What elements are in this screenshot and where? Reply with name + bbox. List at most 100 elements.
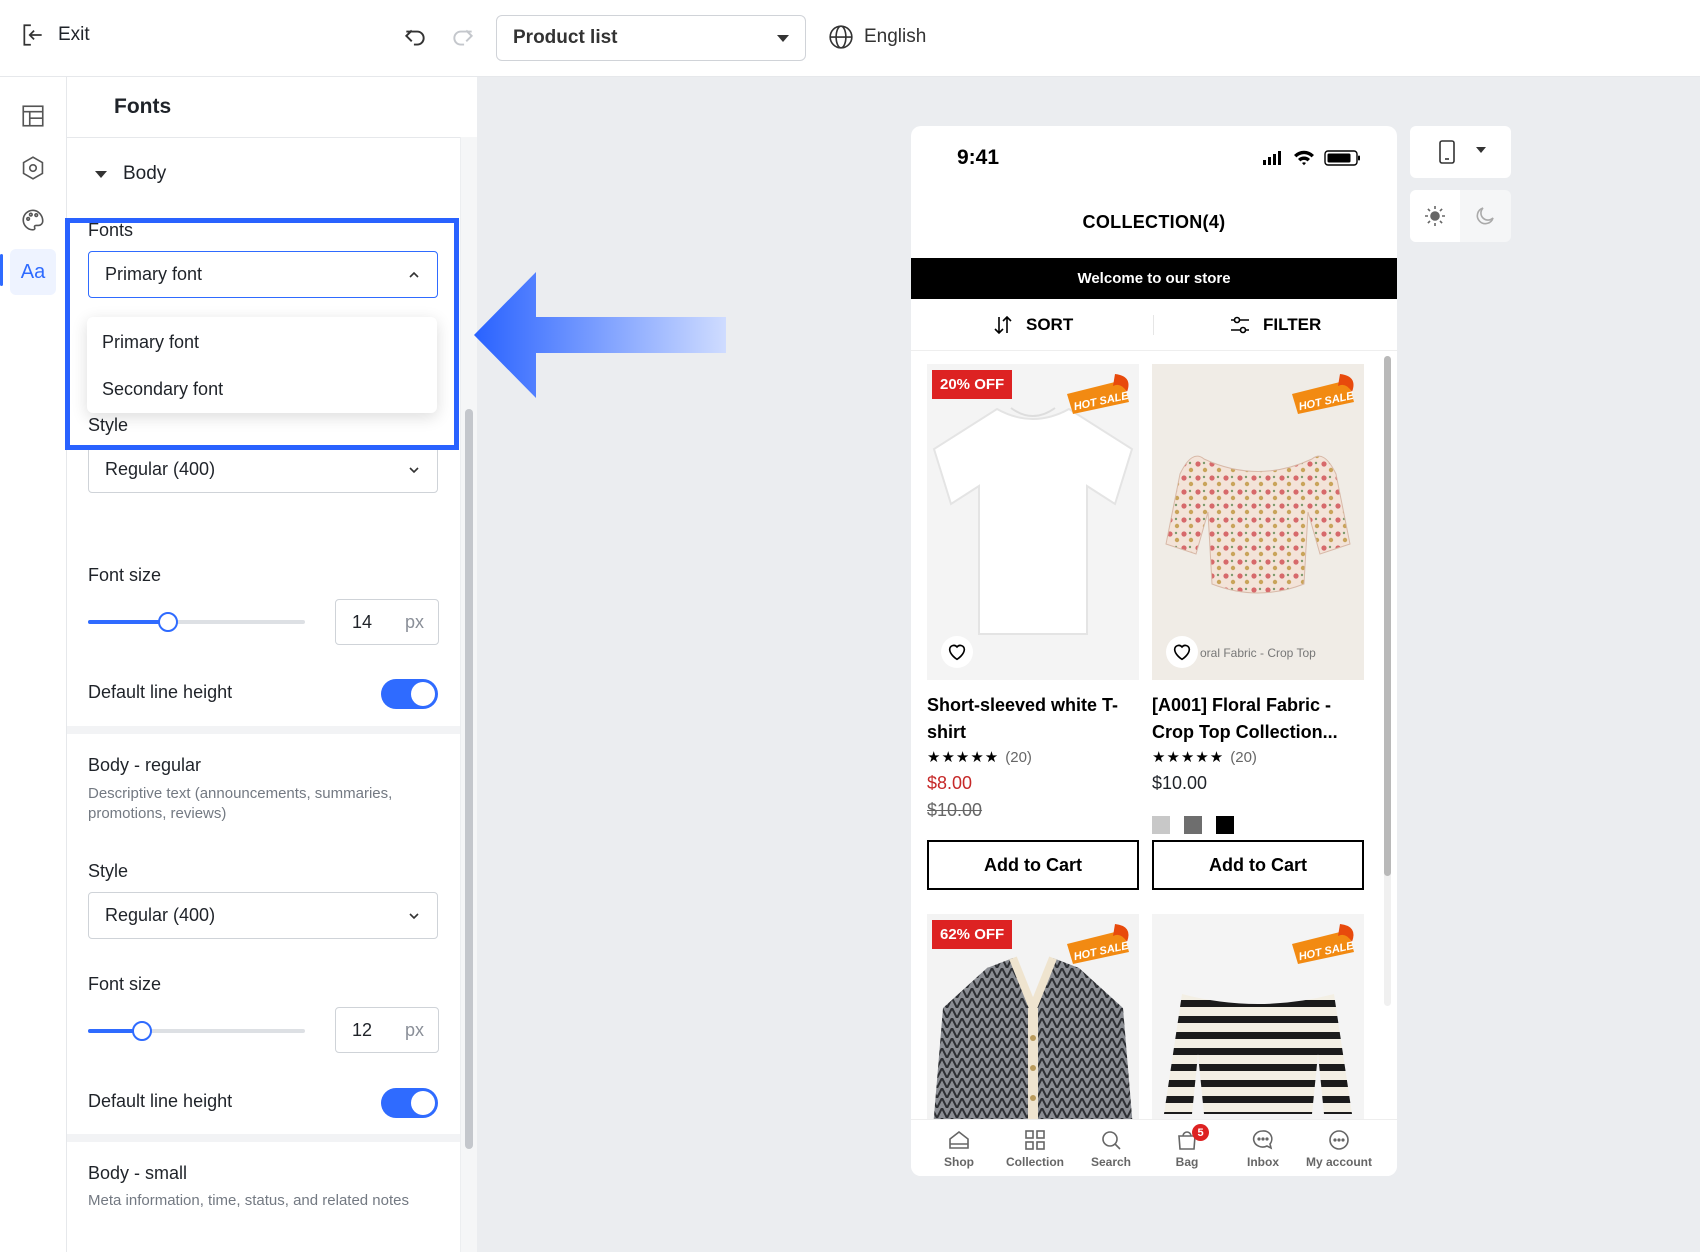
exit-label: Exit xyxy=(58,24,90,45)
font-size-value: 12 xyxy=(352,1019,373,1040)
chevron-down-icon xyxy=(409,466,419,473)
color-swatch[interactable] xyxy=(1184,816,1202,834)
phone-preview: 9:41 COLLECTION(4) Welcome to our store … xyxy=(911,126,1397,1176)
hot-sale-badge: HOT SALE xyxy=(1067,924,1130,964)
settings-icon xyxy=(22,156,44,180)
nav-my-account[interactable]: My account xyxy=(1301,1128,1377,1169)
body-regular-style-value: Regular (400) xyxy=(105,905,216,925)
section-divider xyxy=(67,726,460,734)
section-divider xyxy=(67,1134,460,1142)
collection-title: COLLECTION(4) xyxy=(1082,212,1226,232)
page-select[interactable]: Product list xyxy=(496,15,806,61)
product-image[interactable]: HOT SALE xyxy=(1152,914,1364,1119)
typography-icon: Aa xyxy=(20,260,46,283)
dark-mode-button[interactable] xyxy=(1460,190,1510,242)
chat-icon xyxy=(1252,1130,1273,1150)
divider xyxy=(67,137,477,138)
rail-item-layout[interactable] xyxy=(10,93,56,139)
floral-top-image xyxy=(1165,455,1351,594)
triangle-down-icon xyxy=(95,170,107,178)
nav-label: Collection xyxy=(1005,1155,1064,1169)
wishlist-button[interactable] xyxy=(941,636,973,668)
add-to-cart-button[interactable]: Add to Cart xyxy=(1152,840,1364,890)
sort-button[interactable]: SORT xyxy=(992,314,1073,336)
product-image[interactable]: 20% OFF HOT SALE xyxy=(927,364,1139,680)
redo-icon[interactable] xyxy=(450,24,476,50)
more-icon xyxy=(1329,1130,1349,1150)
rail-active-marker xyxy=(0,254,3,286)
body-regular-font-size-input[interactable]: 12 px xyxy=(335,1007,439,1053)
sort-icon xyxy=(994,315,1012,335)
pointer-arrow xyxy=(474,272,726,398)
line-height-toggle[interactable] xyxy=(381,679,438,709)
wishlist-button[interactable] xyxy=(1166,636,1198,668)
panel-title: Fonts xyxy=(114,95,172,118)
nav-label: Bag xyxy=(1175,1155,1199,1169)
section-label: Body xyxy=(123,163,167,184)
globe-icon xyxy=(829,25,853,49)
line-height-label: Default line height xyxy=(88,682,233,702)
font-size-label: Font size xyxy=(88,974,162,994)
nav-search[interactable]: Search xyxy=(1073,1128,1149,1169)
body-regular-font-size-slider[interactable] xyxy=(88,1021,305,1041)
color-swatch[interactable] xyxy=(1216,816,1234,834)
heart-icon xyxy=(1173,644,1191,661)
body-style-select[interactable]: Regular (400) xyxy=(88,446,438,493)
product-price: $10.00 xyxy=(1152,773,1208,793)
bottom-navigation: Shop Collection Search 5 Bag Inbox My ac… xyxy=(911,1119,1397,1176)
heart-icon xyxy=(948,644,966,661)
color-swatch[interactable] xyxy=(1152,816,1170,834)
bag-count-badge: 5 xyxy=(1192,1124,1209,1141)
font-size-unit: px xyxy=(404,1019,424,1040)
undo-icon[interactable] xyxy=(402,24,428,50)
language-selector[interactable]: English xyxy=(828,24,926,50)
light-mode-button[interactable] xyxy=(1410,190,1460,242)
nav-bag[interactable]: 5 Bag xyxy=(1149,1124,1225,1169)
product-name[interactable]: [A001] Floral Fabric - Crop Top Collecti… xyxy=(1152,692,1364,746)
stars-icon: ★★★★★ xyxy=(1152,749,1225,766)
chevron-down-icon xyxy=(409,912,419,919)
sort-filter-bar: SORT FILTER xyxy=(911,299,1397,351)
sun-icon xyxy=(1425,206,1445,226)
rail-item-theme[interactable] xyxy=(10,197,56,243)
slider-handle[interactable] xyxy=(132,1021,153,1041)
line-height-toggle[interactable] xyxy=(381,1088,438,1118)
slider-handle[interactable] xyxy=(158,612,179,632)
body-regular-desc: Descriptive text (announcements, summari… xyxy=(88,785,393,822)
body-style-value: Regular (400) xyxy=(105,459,216,479)
status-time: 9:41 xyxy=(957,146,1000,169)
preview-scrollbar[interactable] xyxy=(1384,356,1391,1006)
nav-collection[interactable]: Collection xyxy=(997,1128,1073,1169)
rail-item-typography[interactable]: Aa xyxy=(10,249,56,295)
body-font-size-slider[interactable] xyxy=(88,612,305,632)
stars-icon: ★★★★★ xyxy=(927,749,1000,766)
exit-button[interactable]: Exit xyxy=(20,22,90,48)
body-small-title: Body - small xyxy=(88,1163,188,1183)
filter-icon xyxy=(1231,316,1249,334)
scrollbar-thumb[interactable] xyxy=(465,409,473,1149)
add-to-cart-button[interactable]: Add to Cart xyxy=(927,840,1139,890)
grid-icon xyxy=(1025,1130,1045,1150)
rail-item-settings[interactable] xyxy=(10,145,56,191)
scrollbar-thumb[interactable] xyxy=(1384,356,1391,876)
product-image[interactable]: 62% OFF HOT SALE xyxy=(927,914,1139,1119)
product-rating: ★★★★★ (20) xyxy=(1152,748,1257,766)
product-price: $8.00 xyxy=(927,773,973,793)
tshirt-image xyxy=(932,407,1134,635)
body-regular-style-select[interactable]: Regular (400) xyxy=(88,892,438,939)
nav-inbox[interactable]: Inbox xyxy=(1225,1128,1301,1169)
hot-sale-badge: HOT SALE xyxy=(1292,374,1355,414)
body-section-toggle[interactable]: Body xyxy=(95,163,166,185)
product-image[interactable]: HOT SALE oral Fabric - Crop Top xyxy=(1152,364,1364,680)
filter-button[interactable]: FILTER xyxy=(1229,314,1321,336)
icon-rail: Aa xyxy=(0,77,67,1252)
nav-label: My account xyxy=(1305,1155,1372,1169)
nav-shop[interactable]: Shop xyxy=(921,1128,997,1169)
review-count: (20) xyxy=(1005,749,1032,766)
line-height-label: Default line height xyxy=(88,1091,233,1111)
body-font-size-input[interactable]: 14 px xyxy=(335,599,439,645)
shop-icon xyxy=(949,1130,969,1149)
exit-icon xyxy=(23,24,42,46)
product-name[interactable]: Short-sleeved white T-shirt xyxy=(927,692,1139,746)
device-selector[interactable] xyxy=(1410,126,1511,178)
